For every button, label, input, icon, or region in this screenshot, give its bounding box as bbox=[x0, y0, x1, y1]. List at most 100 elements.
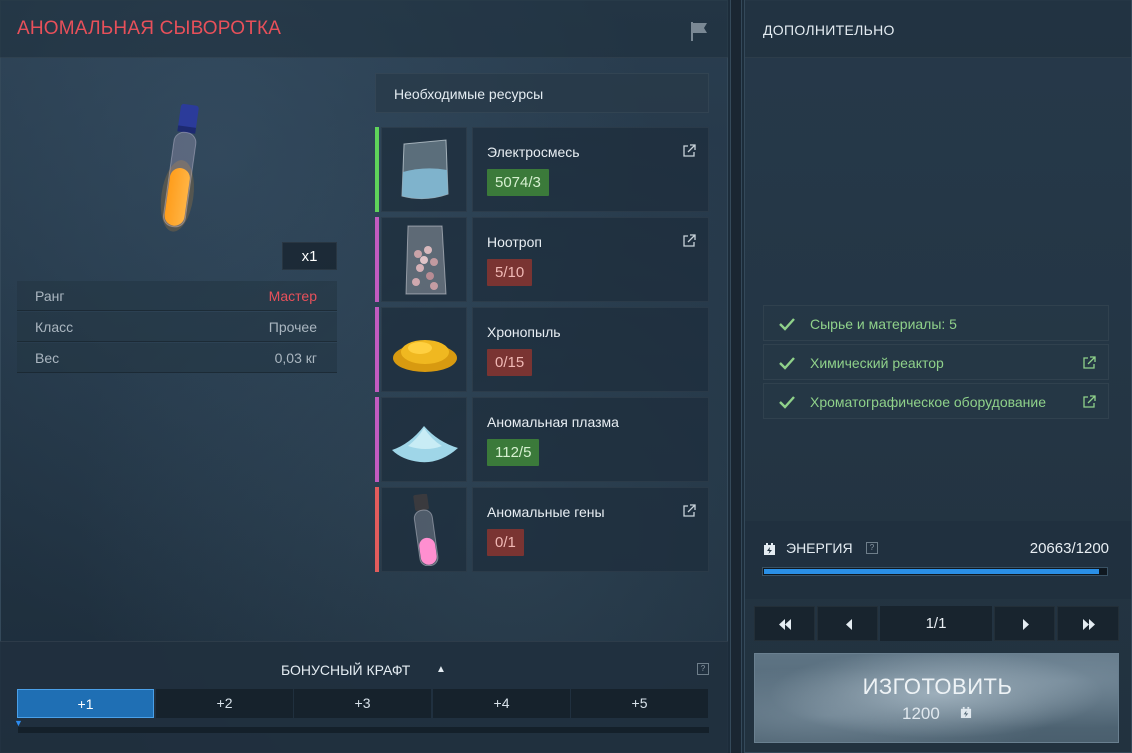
item-title: АНОМАЛЬНАЯ СЫВОРОТКА bbox=[17, 18, 282, 39]
stat-key: Ранг bbox=[35, 288, 65, 304]
bonus-craft-title[interactable]: БОНУСНЫЙ КРАФТ bbox=[281, 662, 410, 678]
item-header: АНОМАЛЬНАЯ СЫВОРОТКА bbox=[0, 0, 728, 58]
resource-name: Электросмесь bbox=[487, 144, 580, 160]
resource-info: Хронопыль 0/15 bbox=[472, 307, 709, 392]
chevron-left-icon bbox=[846, 619, 852, 630]
resource-name: Ноотроп bbox=[487, 234, 542, 250]
resource-thumb bbox=[381, 217, 467, 302]
stat-key: Класс bbox=[35, 319, 74, 335]
battery-icon bbox=[960, 706, 972, 719]
resource-row[interactable]: Аномальные гены 0/1 bbox=[375, 487, 709, 572]
panel-divider bbox=[730, 0, 742, 753]
plasma-pile-icon bbox=[392, 426, 458, 463]
resource-row[interactable]: Электросмесь 5074/3 bbox=[375, 127, 709, 212]
chevron-right-icon bbox=[1023, 619, 1029, 630]
bonus-track[interactable] bbox=[18, 727, 709, 733]
resource-thumb bbox=[381, 487, 467, 572]
rarity-bar bbox=[375, 307, 379, 392]
external-link-icon[interactable] bbox=[1082, 395, 1096, 409]
collapse-arrow-icon[interactable]: ▲ bbox=[436, 664, 446, 675]
stat-key: Вес bbox=[35, 350, 60, 366]
stat-row-class: Класс Прочее bbox=[17, 312, 337, 342]
external-link-icon[interactable] bbox=[1082, 356, 1096, 370]
craft-cost: 1200 bbox=[902, 704, 940, 723]
craft-label: ИЗГОТОВИТЬ bbox=[862, 674, 1013, 699]
resource-count: 5074/3 bbox=[487, 169, 549, 196]
stat-row-weight: Вес 0,03 кг bbox=[17, 343, 337, 373]
requirement-text: Хроматографическое оборудование bbox=[810, 394, 1047, 410]
extra-title: ДОПОЛНИТЕЛЬНО bbox=[763, 22, 895, 38]
external-link-icon[interactable] bbox=[682, 144, 696, 158]
energy-bar bbox=[762, 567, 1108, 576]
prev-page-button[interactable] bbox=[817, 606, 878, 641]
check-icon bbox=[779, 357, 795, 370]
help-icon[interactable]: ? bbox=[697, 663, 709, 675]
pager: 1/1 bbox=[754, 606, 1119, 641]
bonus-marker-icon[interactable]: ▼ bbox=[14, 718, 23, 728]
resource-count: 5/10 bbox=[487, 259, 533, 286]
resource-row[interactable]: Хронопыль 0/15 bbox=[375, 307, 709, 392]
energy-value: 20663/1200 bbox=[1029, 540, 1109, 557]
bonus-tab-3[interactable]: +3 bbox=[294, 689, 431, 718]
beaker-powder-icon bbox=[401, 139, 449, 200]
double-chevron-right-icon bbox=[1083, 619, 1095, 630]
pill-bag-icon bbox=[405, 225, 447, 295]
help-icon[interactable]: ? bbox=[866, 542, 878, 554]
resources-header: Необходимые ресурсы bbox=[375, 73, 709, 113]
last-page-button[interactable] bbox=[1057, 606, 1119, 641]
resource-info: Ноотроп 5/10 bbox=[472, 217, 709, 302]
quantity-display: x1 bbox=[282, 242, 337, 270]
resource-name: Хронопыль bbox=[487, 324, 561, 340]
double-chevron-left-icon bbox=[779, 619, 791, 630]
extra-header: ДОПОЛНИТЕЛЬНО bbox=[745, 0, 1131, 58]
requirement-text: Химический реактор bbox=[810, 355, 944, 371]
next-page-button[interactable] bbox=[994, 606, 1055, 641]
resource-count: 112/5 bbox=[487, 439, 540, 466]
resource-info: Аномальная плазма 112/5 bbox=[472, 397, 709, 482]
flag-icon[interactable] bbox=[688, 20, 710, 42]
resource-thumb bbox=[381, 127, 467, 212]
external-link-icon[interactable] bbox=[682, 234, 696, 248]
external-link-icon[interactable] bbox=[682, 504, 696, 518]
rarity-bar bbox=[375, 127, 379, 212]
stat-value: Прочее bbox=[268, 319, 317, 335]
gold-dust-icon bbox=[393, 340, 457, 372]
craft-button[interactable]: ИЗГОТОВИТЬ 1200 bbox=[754, 653, 1119, 743]
page-number: 1/1 bbox=[880, 606, 992, 641]
check-icon bbox=[779, 396, 795, 409]
bonus-tab-4[interactable]: +4 bbox=[433, 689, 570, 718]
resource-count: 0/15 bbox=[487, 349, 533, 376]
battery-icon bbox=[764, 543, 775, 555]
bonus-craft-section: БОНУСНЫЙ КРАФТ ▲ ? +1 +2 +3 +4 +5 ▼ bbox=[0, 641, 728, 753]
stat-value: 0,03 кг bbox=[274, 350, 317, 366]
gene-vial-icon bbox=[413, 494, 439, 566]
bonus-tab-1[interactable]: +1 bbox=[17, 689, 154, 718]
rarity-bar bbox=[375, 487, 379, 572]
requirement-row[interactable]: Химический реактор bbox=[763, 344, 1109, 380]
resource-row[interactable]: Аномальная плазма 112/5 bbox=[375, 397, 709, 482]
check-icon bbox=[779, 318, 795, 331]
requirement-row: Сырье и материалы: 5 bbox=[763, 305, 1109, 341]
energy-fill bbox=[764, 569, 1099, 574]
stat-value: Мастер bbox=[268, 288, 317, 304]
resource-info: Аномальные гены 0/1 bbox=[472, 487, 709, 572]
resource-count: 0/1 bbox=[487, 529, 524, 556]
resource-thumb bbox=[381, 307, 467, 392]
bonus-tab-2[interactable]: +2 bbox=[156, 689, 293, 718]
stat-row-rank: Ранг Мастер bbox=[17, 281, 337, 311]
resource-name: Аномальные гены bbox=[487, 504, 605, 520]
rarity-bar bbox=[375, 397, 379, 482]
bonus-tab-5[interactable]: +5 bbox=[571, 689, 708, 718]
resource-name: Аномальная плазма bbox=[487, 414, 619, 430]
rarity-bar bbox=[375, 217, 379, 302]
first-page-button[interactable] bbox=[754, 606, 815, 641]
energy-section: ЭНЕРГИЯ ? 20663/1200 bbox=[745, 521, 1131, 599]
resource-row[interactable]: Ноотроп 5/10 bbox=[375, 217, 709, 302]
requirement-text: Сырье и материалы: 5 bbox=[810, 316, 957, 332]
resources-title: Необходимые ресурсы bbox=[394, 86, 544, 102]
resource-thumb bbox=[381, 397, 467, 482]
requirement-row[interactable]: Хроматографическое оборудование bbox=[763, 383, 1109, 419]
resource-info: Электросмесь 5074/3 bbox=[472, 127, 709, 212]
serum-vial-icon bbox=[160, 103, 199, 232]
energy-label: ЭНЕРГИЯ bbox=[786, 540, 853, 556]
